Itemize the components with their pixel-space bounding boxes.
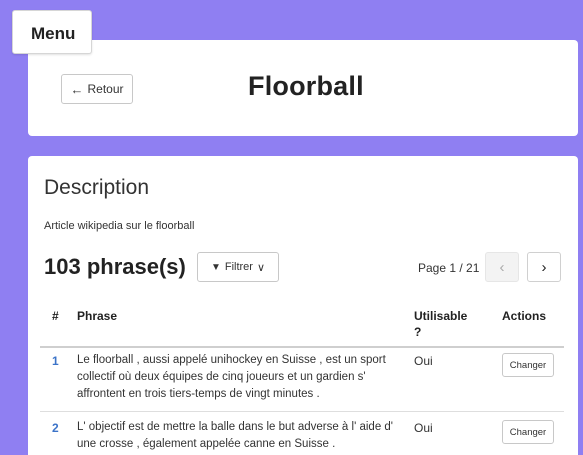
phrase-line: collectif où deux équipes de cinq joueur…: [77, 371, 366, 383]
row-divider: [40, 411, 564, 412]
row-number: 1: [52, 354, 59, 368]
header-card: ← Retour Floorball: [28, 40, 578, 136]
main-card: Description Article wikipedia sur le flo…: [28, 156, 578, 455]
column-header-number: #: [52, 309, 59, 323]
next-page-button[interactable]: ›: [527, 252, 561, 282]
description-text: Article wikipedia sur le floorball: [44, 220, 195, 232]
back-button[interactable]: ← Retour: [61, 74, 133, 104]
phrase-line: affrontent en trois tiers-temps de vingt…: [77, 388, 320, 400]
change-button[interactable]: Changer: [502, 353, 554, 377]
column-header-phrase: Phrase: [77, 309, 118, 323]
page-title: Floorball: [248, 71, 364, 101]
row-number: 2: [52, 421, 59, 435]
phrase-line: L' objectif est de mettre la balle dans …: [77, 421, 393, 433]
chevron-down-icon: ∨: [256, 261, 266, 274]
column-header-actions: Actions: [502, 309, 547, 323]
phrase-line: Le floorball , aussi appelé unihockey en…: [77, 354, 386, 366]
back-button-label: Retour: [87, 82, 124, 96]
change-button[interactable]: Changer: [502, 420, 554, 444]
filter-button-label: Filtrer: [224, 261, 253, 273]
phrase-count: 103 phrase(s): [44, 254, 186, 279]
table-header-divider: [40, 346, 564, 348]
table-row-phrase: Le floorball , aussi appelé unihockey en…: [77, 352, 397, 403]
column-header-usable: Utilisable ?: [414, 309, 468, 339]
row-usable: Oui: [414, 354, 433, 368]
page-info: Page 1 / 21: [418, 261, 480, 275]
menu-button[interactable]: Menu: [12, 10, 92, 54]
prev-page-button[interactable]: ‹: [485, 252, 519, 282]
filter-button[interactable]: ▼ Filtrer ∨: [197, 252, 279, 282]
description-heading: Description: [44, 176, 150, 199]
filter-icon: ▼: [210, 261, 221, 273]
row-usable: Oui: [414, 421, 433, 435]
chevron-right-icon: ›: [541, 258, 547, 276]
table-row-phrase: L' objectif est de mettre la balle dans …: [77, 419, 397, 453]
arrow-left-icon: ←: [70, 81, 84, 97]
phrase-line: une crosse , également appelée canne en …: [77, 438, 336, 450]
chevron-left-icon: ‹: [499, 258, 505, 276]
